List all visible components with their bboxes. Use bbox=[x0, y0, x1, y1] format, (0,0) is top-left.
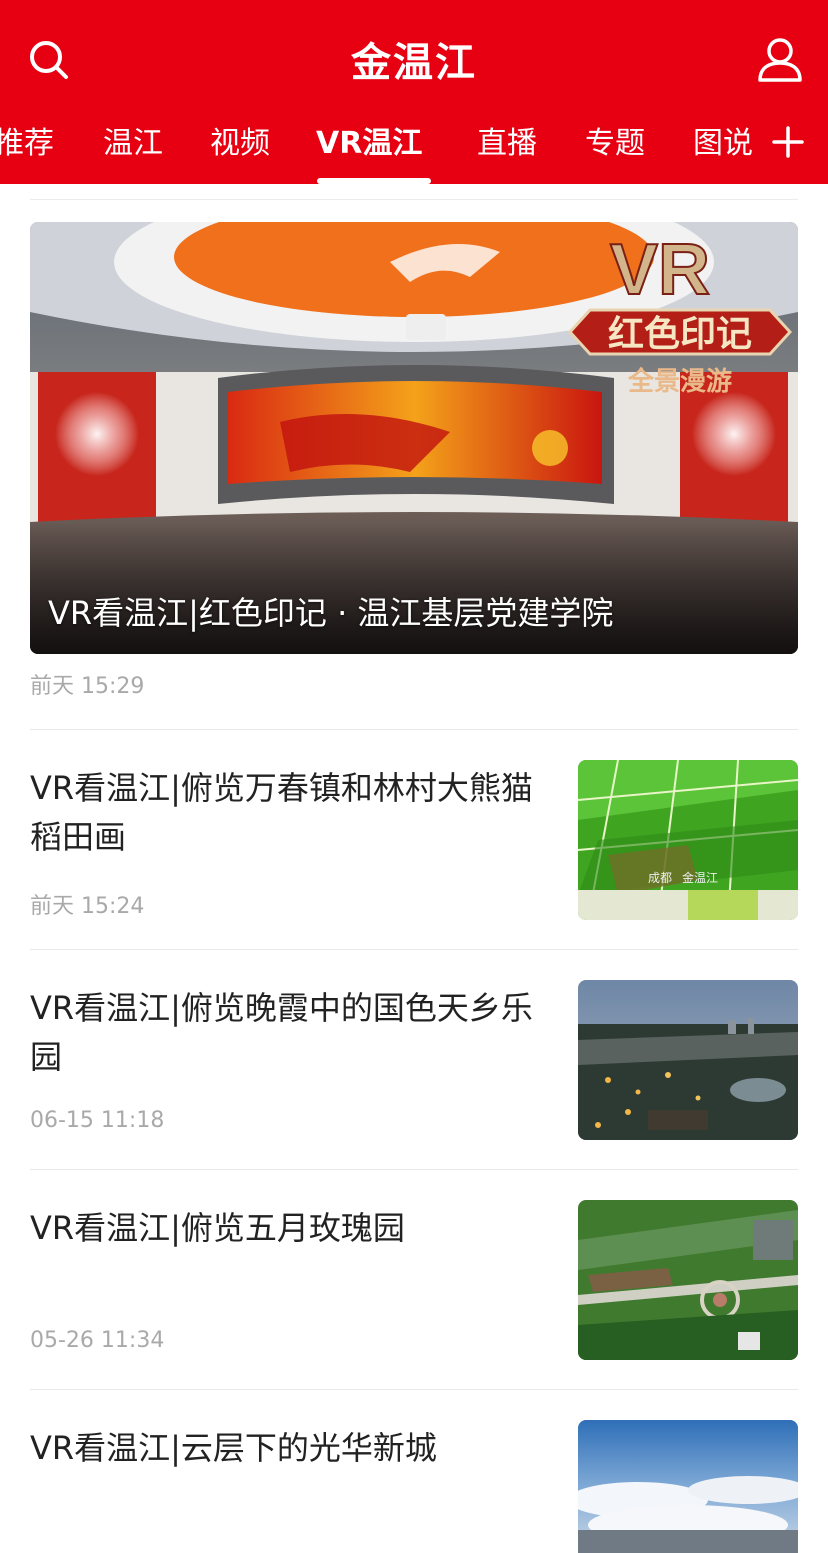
divider bbox=[30, 1389, 798, 1390]
channel-tabs: 推荐 温江 视频 VR温江 直播 专题 图说 bbox=[0, 118, 828, 184]
tab-video[interactable]: 视频 bbox=[210, 122, 270, 166]
featured-article-card[interactable]: VR 红色印记 全景漫游 VR看温江|红色印记 · 温江基层党建学院 bbox=[30, 222, 798, 654]
badge-line1: 红色印记 bbox=[608, 314, 752, 355]
tab-live[interactable]: 直播 bbox=[477, 122, 537, 166]
badge-line2: 全景漫游 bbox=[627, 366, 732, 397]
add-channel-button[interactable] bbox=[766, 120, 810, 164]
app-title: 金温江 bbox=[351, 40, 477, 86]
tab-topics[interactable]: 专题 bbox=[585, 122, 645, 166]
article-thumbnail: 成都 金温江 bbox=[578, 760, 798, 920]
article-time: 前天 15:24 bbox=[30, 894, 145, 919]
tab-recommend[interactable]: 推荐 bbox=[0, 122, 54, 166]
article-title: VR看温江|云层下的光华新城 bbox=[30, 1429, 437, 1467]
divider bbox=[30, 949, 798, 950]
article-time: 05-26 11:34 bbox=[30, 1328, 165, 1353]
article-thumbnail bbox=[578, 1200, 798, 1360]
divider bbox=[30, 199, 798, 200]
app-header: 金温江 推荐 温江 视频 VR温江 直播 专题 图说 bbox=[0, 0, 828, 184]
thumb-label-city: 成都 bbox=[648, 871, 672, 885]
active-tab-indicator bbox=[317, 178, 431, 184]
featured-article-time: 前天 15:29 bbox=[30, 674, 145, 699]
article-thumbnail bbox=[578, 1420, 798, 1553]
divider bbox=[30, 729, 798, 730]
article-title: VR看温江|俯览万春镇和林村大熊猫稻田画 bbox=[30, 769, 533, 856]
featured-article-title: VR看温江|红色印记 · 温江基层党建学院 bbox=[48, 594, 614, 632]
article-title: VR看温江|俯览晚霞中的国色天乡乐园 bbox=[30, 989, 533, 1076]
divider bbox=[30, 1169, 798, 1170]
user-icon bbox=[758, 38, 802, 82]
thumb-label-brand: 金温江 bbox=[682, 870, 718, 885]
article-thumbnail bbox=[578, 980, 798, 1140]
user-button[interactable] bbox=[752, 34, 808, 90]
vr-badge-text: VR bbox=[610, 230, 710, 310]
tab-vr-wenjiang[interactable]: VR温江 bbox=[316, 122, 422, 166]
article-title: VR看温江|俯览五月玫瑰园 bbox=[30, 1209, 405, 1247]
tab-photo-stories[interactable]: 图说 bbox=[693, 122, 753, 166]
plus-icon bbox=[772, 126, 804, 158]
tab-wenjiang[interactable]: 温江 bbox=[103, 122, 163, 166]
article-time: 06-15 11:18 bbox=[30, 1108, 165, 1133]
